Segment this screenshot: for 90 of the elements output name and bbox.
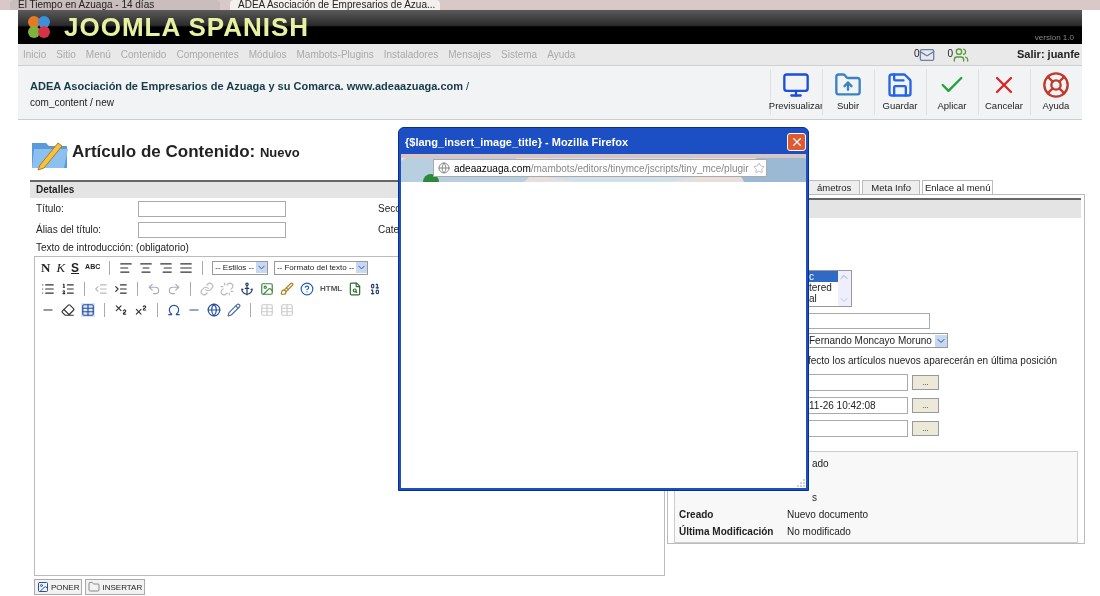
list-option[interactable]: c: [809, 271, 838, 282]
text-field[interactable]: [138, 221, 286, 238]
numbered-list-icon[interactable]: [61, 281, 75, 296]
indent-icon[interactable]: [114, 281, 128, 296]
folder-icon: [834, 70, 862, 99]
info-value: ado: [811, 457, 829, 471]
monitor-icon: [782, 70, 810, 99]
edit-icon[interactable]: [227, 302, 241, 317]
version-text: version 1.0: [1034, 32, 1074, 44]
url-text: adeaazuaga.com/mambots/editors/tinymce/jscripts/tiny_mce/plugir: [454, 161, 749, 176]
text-field[interactable]: [808, 313, 930, 329]
mail-icon[interactable]: [919, 46, 936, 63]
tab[interactable]: ámetros: [808, 180, 861, 194]
toolbar-button[interactable]: Aplicar: [926, 69, 977, 115]
users-icon[interactable]: [953, 46, 970, 63]
eraser-icon[interactable]: [61, 302, 75, 317]
field-label: Álias del título:: [36, 222, 103, 237]
date-field[interactable]: [808, 374, 908, 391]
info-value: s: [811, 491, 817, 505]
image-icon: [37, 581, 49, 593]
logo-text: JOOMLA SPANISH: [64, 14, 310, 40]
folder-icon: [88, 581, 101, 593]
page-title: Artículo de Contenido: Nuevo: [72, 141, 300, 164]
info-label: Creado: [679, 508, 715, 522]
logo-icon: [26, 14, 52, 40]
toolbar-button[interactable]: Previsualizar: [770, 69, 821, 115]
chevron-down-icon: [356, 262, 368, 273]
align-left-icon[interactable]: [119, 260, 134, 275]
calendar-button[interactable]: ...: [912, 398, 939, 413]
tab[interactable]: Enlace al menú: [921, 180, 994, 194]
info-value: Nuevo documento: [787, 508, 869, 522]
breadcrumb-path: com_content / new: [30, 95, 115, 110]
close-button[interactable]: [787, 133, 806, 151]
breadcrumb-site: ADEA Asociación de Empresarios de Azuaga y su Comarca. www.adeaazuaga.com /: [30, 79, 471, 94]
undo-icon[interactable]: [147, 281, 161, 296]
info-label: Última Modificación: [679, 524, 775, 539]
popup-title: {$lang_insert_image_title} - Mozilla Firefox: [405, 134, 630, 150]
format-select[interactable]: -- Formato del texto --: [273, 260, 369, 275]
omega-icon[interactable]: [167, 302, 181, 317]
bullet-list-icon[interactable]: [41, 281, 55, 296]
bookmark-star-icon[interactable]: [752, 162, 765, 174]
chevron-down-icon: [255, 262, 267, 273]
calendar-button[interactable]: ...: [912, 421, 939, 436]
list-option[interactable]: al: [809, 293, 838, 304]
list-option[interactable]: tered: [809, 282, 838, 293]
image-icon[interactable]: [260, 281, 274, 296]
text-field[interactable]: [138, 200, 286, 217]
chevron-down-icon: [935, 334, 947, 347]
superscript-icon[interactable]: [134, 302, 148, 317]
subscript-icon[interactable]: [114, 302, 128, 317]
unlink-icon[interactable]: [220, 281, 234, 296]
date-field[interactable]: 11-26 10:42:08: [808, 397, 908, 414]
intro-label: Texto de introducción: (obligatorio): [35, 241, 190, 255]
align-justify-icon[interactable]: [179, 260, 194, 275]
format-button[interactable]: N: [41, 257, 51, 278]
html-button[interactable]: HTML: [320, 282, 343, 295]
calendar-button[interactable]: ...: [912, 375, 939, 390]
toolbar-button[interactable]: Subir: [822, 69, 873, 115]
toolbar-button[interactable]: Ayuda: [1030, 69, 1081, 115]
link-icon[interactable]: [200, 281, 214, 296]
lifebuoy-icon: [1042, 70, 1070, 99]
date-field[interactable]: [808, 420, 908, 437]
format-button[interactable]: K: [56, 257, 66, 278]
preview-icon[interactable]: [348, 281, 363, 296]
redo-icon[interactable]: [167, 281, 181, 296]
brush-icon[interactable]: [280, 281, 294, 296]
logout-link[interactable]: Salir: juanfe: [1017, 46, 1080, 63]
author-select[interactable]: Fernando Moncayo Moruno: [808, 333, 948, 348]
resize-grip-icon[interactable]: [797, 479, 805, 487]
message-count: 0: [913, 47, 920, 61]
field-label: Título:: [36, 202, 65, 216]
user-count: 0: [947, 47, 954, 61]
toolbar-button[interactable]: Guardar: [874, 69, 925, 115]
format-button[interactable]: S: [71, 258, 80, 277]
editor-button[interactable]: INSERTAR: [85, 579, 146, 595]
order-note: fecto los artículos nuevos aparecerán en última posición: [808, 354, 1059, 368]
access-listbox[interactable]: c tered al: [808, 270, 852, 307]
anchor-icon[interactable]: [240, 281, 254, 296]
help-icon[interactable]: [300, 281, 314, 296]
tab[interactable]: Meta Info: [862, 180, 920, 194]
field-label: Cate: [378, 223, 400, 237]
table-icon[interactable]: [81, 302, 95, 317]
globe-icon: [438, 162, 450, 174]
styles-select[interactable]: -- Estilos --: [212, 260, 268, 275]
info-value: No modificado: [787, 525, 851, 539]
align-right-icon[interactable]: [159, 260, 174, 275]
align-center-icon[interactable]: [139, 260, 154, 275]
editor-button[interactable]: PONER: [34, 579, 83, 595]
toolbar-button[interactable]: Cancelar: [978, 69, 1029, 115]
url-field[interactable]: adeaazuaga.com/mambots/editors/tinymce/jscripts/tiny_mce/plugir: [433, 159, 767, 177]
